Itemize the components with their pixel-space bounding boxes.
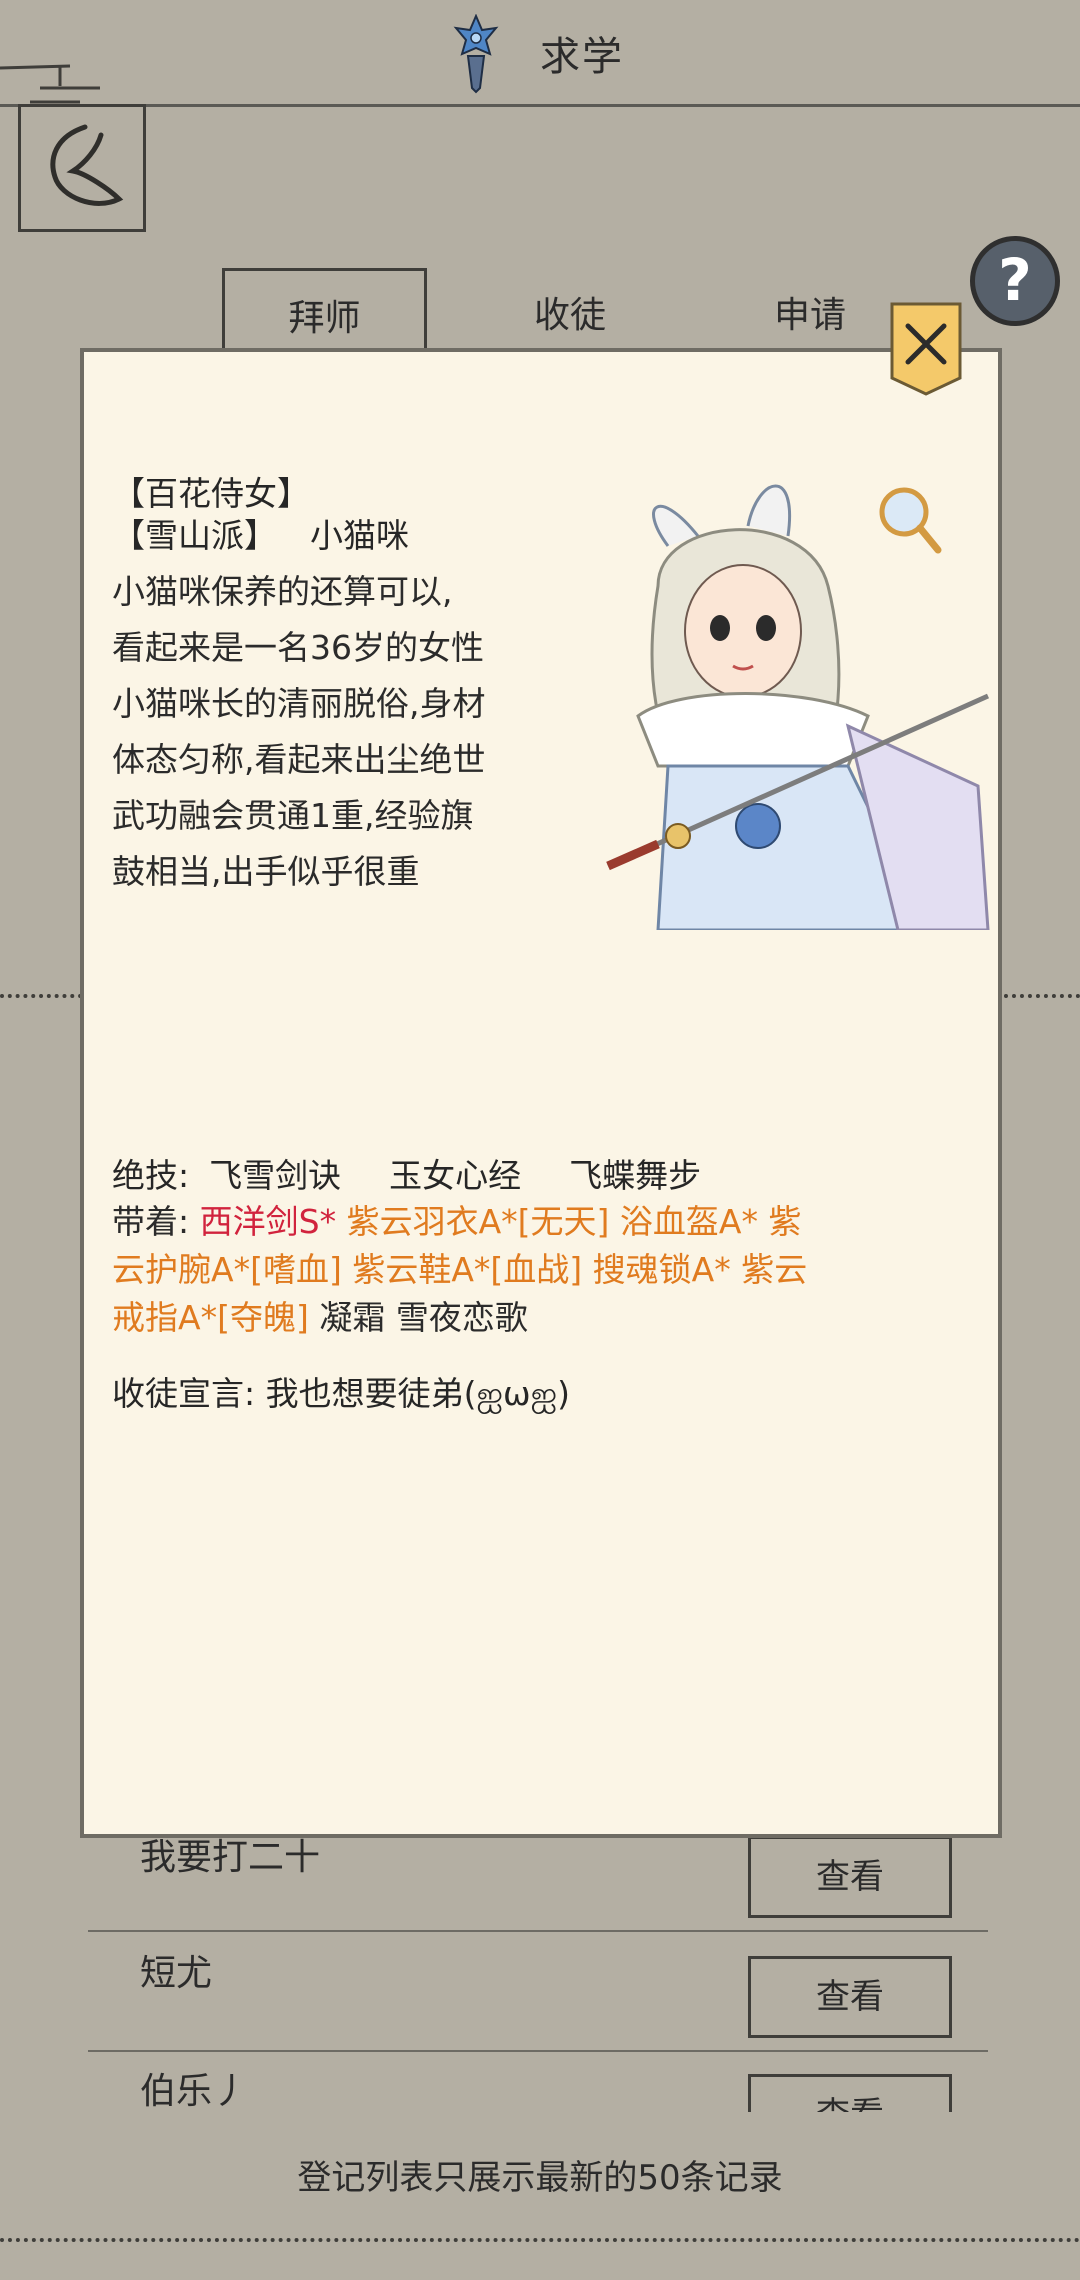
equip-item: 雪夜恋歌 bbox=[395, 1298, 528, 1337]
view-button[interactable]: 查看 bbox=[748, 1836, 952, 1918]
back-button[interactable] bbox=[18, 104, 146, 232]
equip-item: 云护腕A*[嗜血] bbox=[112, 1250, 342, 1289]
tab-apply[interactable]: 申请 bbox=[710, 268, 910, 356]
declaration-line: 收徒宣言: 我也想要徒弟(ஐωஐ) bbox=[112, 1370, 570, 1418]
declaration-label: 收徒宣言: bbox=[112, 1374, 256, 1413]
row-divider bbox=[88, 2050, 988, 2052]
description-line: 武功融会贯通1重,经验旗 bbox=[112, 796, 474, 835]
skill-item: 飞雪剑诀 bbox=[209, 1156, 342, 1195]
sword-crest-icon bbox=[448, 13, 504, 94]
equipment-line: 带着: 西洋剑S* 紫云羽衣A*[无天] 浴血盔A* 紫 bbox=[112, 1198, 912, 1246]
row-divider bbox=[88, 1930, 988, 1932]
equip-item: 紫 bbox=[768, 1202, 802, 1241]
header-divider bbox=[0, 104, 1080, 107]
equipment-line: 戒指A*[夺魄] 凝霜 雪夜恋歌 bbox=[112, 1294, 912, 1342]
back-arrow-icon bbox=[50, 124, 124, 206]
dotted-divider bbox=[0, 994, 90, 998]
character-portrait bbox=[598, 466, 998, 932]
equip-item: 凝霜 bbox=[319, 1298, 386, 1337]
equip-item: 紫云 bbox=[741, 1250, 808, 1289]
tab-master[interactable]: 拜师 bbox=[222, 268, 427, 356]
skills-label: 绝技: bbox=[112, 1156, 190, 1195]
description-line: 小猫咪长的清丽脱俗,身材 bbox=[112, 684, 486, 723]
view-button[interactable]: 查看 bbox=[748, 1956, 952, 2038]
tab-disciple[interactable]: 收徒 bbox=[470, 268, 670, 356]
equip-item: 西洋剑S* bbox=[199, 1202, 337, 1241]
page-title: 求学 bbox=[540, 34, 624, 80]
equip-item: 紫云鞋A*[血战] bbox=[352, 1250, 583, 1289]
view-button[interactable]: 查看 bbox=[748, 2074, 952, 2112]
equipment-block: 带着: 西洋剑S* 紫云羽衣A*[无天] 浴血盔A* 紫 云护腕A*[嗜血] 紫… bbox=[112, 1198, 912, 1342]
equip-item: 浴血盔A* bbox=[619, 1202, 758, 1241]
equipment-line: 云护腕A*[嗜血] 紫云鞋A*[血战] 搜魂锁A* 紫云 bbox=[112, 1246, 912, 1294]
skills-line: 绝技: 飞雪剑诀 玉女心经 飞蝶舞步 bbox=[112, 1152, 749, 1200]
description-line: 看起来是一名36岁的女性 bbox=[112, 628, 484, 667]
description-line: 鼓相当,出手似乎很重 bbox=[112, 852, 420, 891]
help-button[interactable]: ? bbox=[970, 236, 1060, 326]
equip-item: 搜魂锁A* bbox=[592, 1250, 731, 1289]
skill-item: 玉女心经 bbox=[389, 1156, 522, 1195]
description-line: 体态匀称,看起来出尘绝世 bbox=[112, 740, 486, 779]
footer-note: 登记列表只展示最新的50条记录 bbox=[297, 2158, 783, 2198]
view-button-clip: 查看 bbox=[748, 2074, 952, 2112]
dotted-divider bbox=[996, 994, 1080, 998]
close-x-icon bbox=[890, 302, 962, 396]
list-item-name: 短尤 bbox=[140, 1953, 213, 1994]
declaration-text: 我也想要徒弟(ஐωஐ) bbox=[265, 1374, 570, 1413]
skill-item: 飞蝶舞步 bbox=[569, 1156, 702, 1195]
equip-item: 紫云羽衣A*[无天] bbox=[346, 1202, 610, 1241]
dotted-divider bbox=[0, 2238, 1080, 2242]
description-block: 小猫咪保养的还算可以, 看起来是一名36岁的女性 小猫咪长的清丽脱俗,身材 体态… bbox=[112, 468, 532, 900]
list-item-name: 伯乐丿 bbox=[140, 2071, 249, 2112]
equip-item: 戒指A*[夺魄] bbox=[112, 1298, 309, 1337]
description-line: 小猫咪保养的还算可以, bbox=[112, 572, 453, 611]
equip-label: 带着: bbox=[112, 1202, 190, 1241]
close-button[interactable] bbox=[888, 300, 964, 396]
